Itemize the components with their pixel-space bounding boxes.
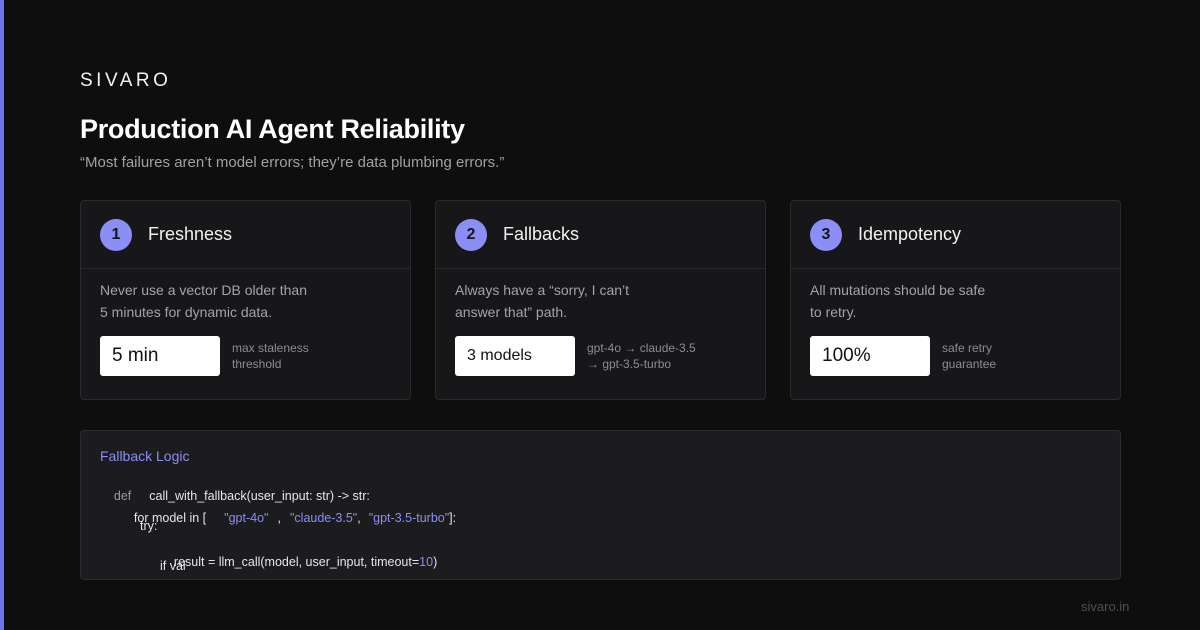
metric-value: 5 min xyxy=(100,336,220,376)
code-string: "gpt-4o" xyxy=(224,511,269,525)
metric-note-line: → gpt-3.5-turbo xyxy=(587,357,672,371)
code-panel-label: Fallback Logic xyxy=(100,448,190,464)
code-text: , xyxy=(357,511,361,525)
card-title: Idempotency xyxy=(858,224,962,244)
accent-bar xyxy=(0,0,4,630)
card-description-line: 5 minutes for dynamic data. xyxy=(100,304,272,320)
card-description-line: answer that” path. xyxy=(455,304,568,320)
metric-note-line: max staleness xyxy=(232,341,309,355)
card-title: Fallbacks xyxy=(503,224,580,244)
code-text: , xyxy=(277,511,281,525)
card-freshness: 1 Freshness Never use a vector DB older … xyxy=(80,200,411,400)
card-fallbacks: 2 Fallbacks Always have a “sorry, I can’… xyxy=(435,200,766,400)
card-header: 2 Fallbacks xyxy=(436,201,765,269)
metric-value: 3 models xyxy=(455,336,575,376)
page-quote: “Most failures aren’t model errors; they… xyxy=(80,154,505,171)
card-header: 1 Freshness xyxy=(81,201,410,269)
code-text: ) xyxy=(433,555,438,569)
page-title: Production AI Agent Reliability xyxy=(80,114,465,144)
metric-note-line: threshold xyxy=(232,357,282,371)
metric-note: max staleness threshold xyxy=(232,340,402,372)
footer-url: sivaro.in xyxy=(1081,599,1130,614)
code-text: ]: xyxy=(449,511,457,525)
card-description: Never use a vector DB older than 5 minut… xyxy=(100,279,330,323)
code-line-3: try: xyxy=(140,519,158,533)
card-description-line: All mutations should be safe xyxy=(810,282,986,298)
card-description: Always have a “sorry, I can’t answer tha… xyxy=(455,279,685,323)
card-title: Freshness xyxy=(148,224,233,244)
code-panel: Fallback Logic def call_with_fallback(use… xyxy=(80,430,1121,580)
code-number: 10 xyxy=(419,555,434,569)
code-text: result = llm_call(model, user_input, tim… xyxy=(173,555,420,569)
code-line-4: result = llm_call(model, user_input, tim… xyxy=(160,541,437,583)
code-line-2: for model in ["gpt-4o", "claude-3.5", "gpt… xyxy=(120,497,456,539)
card-description-line: to retry. xyxy=(810,304,857,320)
card-description-line: Never use a vector DB older than xyxy=(100,282,307,298)
metric-note: safe retry guarantee xyxy=(942,340,1112,372)
code-string: "gpt-3.5-turbo" xyxy=(368,511,450,525)
brand-logo: SIVARO xyxy=(80,70,172,91)
metric-note-line: gpt-4o → claude-3.5 xyxy=(587,341,696,355)
card-idempotency: 3 Idempotency All mutations should be sa… xyxy=(790,200,1121,400)
metric-note-line: guarantee xyxy=(942,357,997,371)
step-number-badge: 1 xyxy=(100,218,132,251)
step-number-badge: 3 xyxy=(810,218,842,251)
card-description-line: Always have a “sorry, I can’t xyxy=(455,282,630,298)
step-number-badge: 2 xyxy=(455,218,487,251)
metric-note: gpt-4o → claude-3.5 → gpt-3.5-turbo xyxy=(587,340,757,372)
code-line-5: if val xyxy=(160,559,186,573)
metric-value: 100% xyxy=(810,336,930,376)
card-description: All mutations should be safe to retry. xyxy=(810,279,1040,323)
metric-note-line: safe retry xyxy=(942,341,993,355)
code-string: "claude-3.5" xyxy=(289,511,358,525)
card-header: 3 Idempotency xyxy=(791,201,1120,269)
